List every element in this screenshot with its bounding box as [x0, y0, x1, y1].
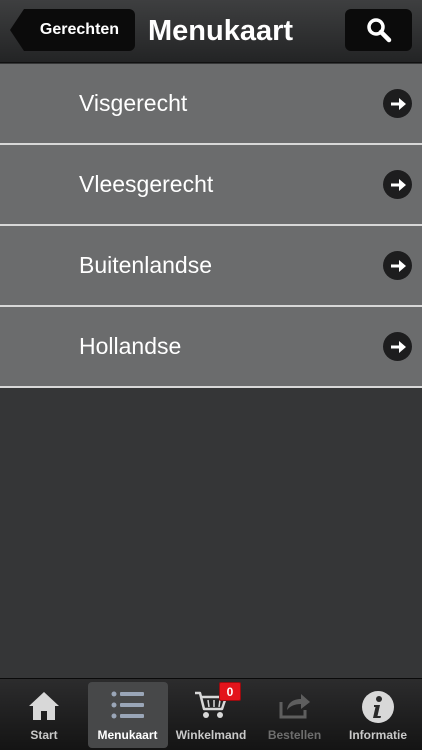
menu-item-vleesgerecht[interactable]: Vleesgerecht: [0, 145, 422, 226]
tab-bar: Start Menukaart 0 Winkelmand Bestellen I…: [0, 678, 422, 750]
tab-start[interactable]: Start: [4, 682, 84, 748]
search-button[interactable]: [345, 9, 412, 51]
page-title: Menukaart: [148, 15, 294, 47]
tab-label: Start: [30, 728, 58, 742]
tab-label: Menukaart: [97, 728, 158, 742]
arrow-right-icon: [383, 251, 412, 280]
arrow-right-icon: [383, 332, 412, 361]
info-icon: [362, 691, 394, 723]
tab-label: Winkelmand: [175, 728, 247, 742]
menu-item-buitenlandse[interactable]: Buitenlandse: [0, 226, 422, 307]
menu-item-label: Buitenlandse: [79, 252, 212, 278]
share-icon: [279, 694, 310, 719]
tab-informatie[interactable]: Informatie: [338, 682, 418, 748]
menu-item-hollandse[interactable]: Hollandse: [0, 307, 422, 388]
cart-count-badge: 0: [219, 682, 241, 701]
navigation-bar: Gerechten Menukaart: [0, 0, 422, 63]
back-button[interactable]: Gerechten: [10, 9, 135, 51]
arrow-right-icon: [383, 89, 412, 118]
search-icon: [366, 18, 391, 43]
tab-label: Informatie: [348, 728, 407, 742]
list-icon: [111, 691, 144, 719]
arrow-right-icon: [383, 170, 412, 199]
menu-item-label: Visgerecht: [79, 90, 188, 116]
tab-label: Bestellen: [267, 728, 322, 742]
tab-bestellen[interactable]: Bestellen: [255, 682, 335, 748]
tab-menukaart[interactable]: Menukaart: [87, 682, 168, 748]
back-arrow-shape: [10, 9, 24, 51]
tab-winkelmand[interactable]: 0 Winkelmand: [171, 682, 251, 748]
menu-item-visgerecht[interactable]: Visgerecht: [0, 64, 422, 145]
menu-item-label: Hollandse: [79, 333, 182, 359]
back-button-label: Gerechten: [24, 9, 135, 51]
home-icon: [29, 692, 59, 720]
menu-list: Visgerecht Vleesgerecht Buitenlandse Hol…: [0, 64, 422, 388]
menu-item-label: Vleesgerecht: [79, 171, 214, 197]
